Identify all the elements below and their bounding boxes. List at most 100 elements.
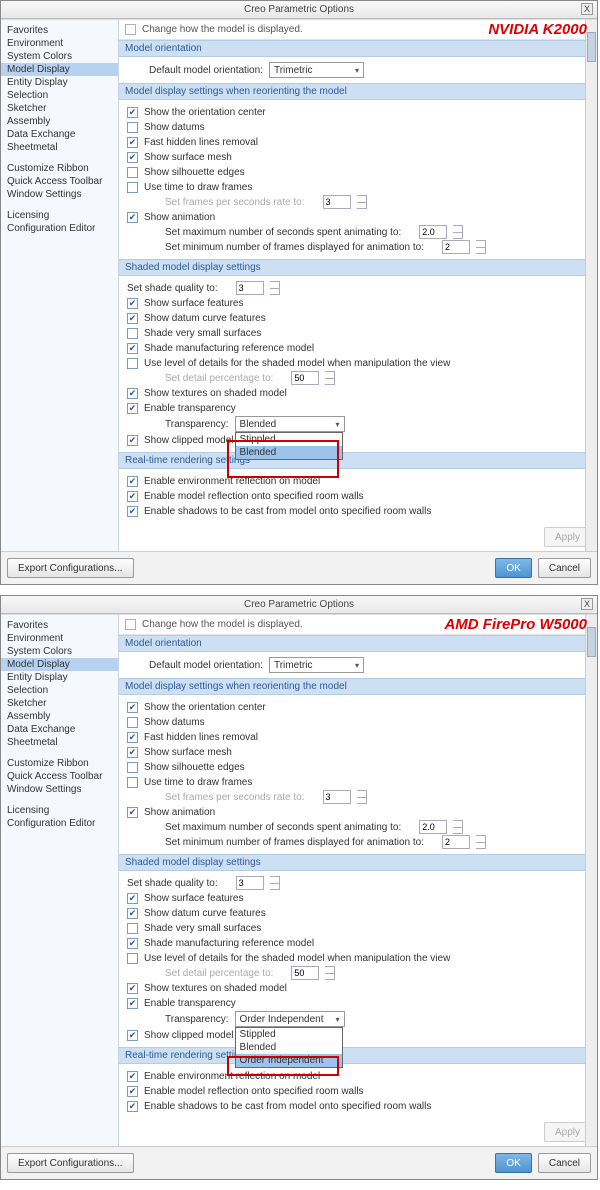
dropdown-item[interactable]: Order Independent <box>236 1054 342 1067</box>
checkbox[interactable] <box>127 923 138 934</box>
checkbox[interactable] <box>127 702 138 713</box>
scrollbar[interactable] <box>585 20 597 551</box>
checkbox[interactable] <box>127 435 138 446</box>
sidebar-item[interactable]: Quick Access Toolbar <box>1 175 118 188</box>
transparency-dropdown[interactable]: StippledBlended <box>235 432 343 460</box>
number-input[interactable] <box>442 240 470 254</box>
spinner[interactable] <box>453 225 463 239</box>
ok-button[interactable]: OK <box>495 558 531 578</box>
checkbox[interactable] <box>127 343 138 354</box>
scrollbar-thumb[interactable] <box>587 32 596 62</box>
sidebar-item[interactable]: Sheetmetal <box>1 736 118 749</box>
sidebar-item[interactable]: Assembly <box>1 115 118 128</box>
change-display-checkbox[interactable] <box>125 24 136 35</box>
transparency-select[interactable]: Order Independent▾StippledBlendedOrder I… <box>235 1011 345 1027</box>
checkbox[interactable] <box>127 212 138 223</box>
sidebar-item[interactable]: Model Display <box>1 658 118 671</box>
sidebar-item[interactable]: Data Exchange <box>1 723 118 736</box>
checkbox[interactable] <box>127 313 138 324</box>
export-config-button[interactable]: Export Configurations... <box>7 1153 134 1173</box>
checkbox[interactable] <box>127 1071 138 1082</box>
sidebar-item[interactable]: Selection <box>1 89 118 102</box>
sidebar-item[interactable]: Selection <box>1 684 118 697</box>
checkbox[interactable] <box>127 182 138 193</box>
cancel-button[interactable]: Cancel <box>538 1153 591 1173</box>
number-input[interactable] <box>419 820 447 834</box>
number-input[interactable] <box>442 835 470 849</box>
sidebar-item[interactable]: Favorites <box>1 619 118 632</box>
orientation-select[interactable]: Trimetric▾ <box>269 657 364 673</box>
checkbox[interactable] <box>127 983 138 994</box>
apply-button[interactable]: Apply <box>544 1122 591 1142</box>
sidebar-item[interactable]: System Colors <box>1 645 118 658</box>
sidebar-item[interactable]: Customize Ribbon <box>1 757 118 770</box>
sidebar-item[interactable]: Configuration Editor <box>1 817 118 830</box>
sidebar-item[interactable]: Sketcher <box>1 697 118 710</box>
number-input[interactable] <box>419 225 447 239</box>
scrollbar[interactable] <box>585 615 597 1146</box>
checkbox[interactable] <box>127 953 138 964</box>
cancel-button[interactable]: Cancel <box>538 558 591 578</box>
checkbox[interactable] <box>127 107 138 118</box>
sidebar-item[interactable]: System Colors <box>1 50 118 63</box>
checkbox[interactable] <box>127 938 138 949</box>
checkbox[interactable] <box>127 298 138 309</box>
dropdown-item[interactable]: Blended <box>236 1041 342 1054</box>
transparency-select[interactable]: Blended▾StippledBlended <box>235 416 345 432</box>
scrollbar-thumb[interactable] <box>587 627 596 657</box>
dropdown-item[interactable]: Blended <box>236 446 342 459</box>
checkbox[interactable] <box>127 732 138 743</box>
sidebar-item[interactable]: Sketcher <box>1 102 118 115</box>
checkbox[interactable] <box>127 747 138 758</box>
sidebar-item[interactable]: Sheetmetal <box>1 141 118 154</box>
checkbox[interactable] <box>127 1086 138 1097</box>
sidebar-item[interactable]: Environment <box>1 632 118 645</box>
checkbox[interactable] <box>127 717 138 728</box>
orientation-select[interactable]: Trimetric▾ <box>269 62 364 78</box>
sidebar-item[interactable]: Assembly <box>1 710 118 723</box>
checkbox[interactable] <box>127 358 138 369</box>
checkbox[interactable] <box>127 122 138 133</box>
close-icon[interactable]: X <box>581 598 593 610</box>
checkbox[interactable] <box>127 152 138 163</box>
checkbox[interactable] <box>127 328 138 339</box>
sidebar-item[interactable]: Customize Ribbon <box>1 162 118 175</box>
checkbox[interactable] <box>127 893 138 904</box>
sidebar-item[interactable]: Configuration Editor <box>1 222 118 235</box>
sidebar-item[interactable]: Model Display <box>1 63 118 76</box>
checkbox[interactable] <box>127 167 138 178</box>
spinner[interactable] <box>270 876 280 890</box>
change-display-checkbox[interactable] <box>125 619 136 630</box>
spinner[interactable] <box>270 281 280 295</box>
export-config-button[interactable]: Export Configurations... <box>7 558 134 578</box>
sidebar-item[interactable]: Environment <box>1 37 118 50</box>
spinner[interactable] <box>476 240 486 254</box>
checkbox[interactable] <box>127 1101 138 1112</box>
checkbox[interactable] <box>127 908 138 919</box>
checkbox[interactable] <box>127 137 138 148</box>
number-input[interactable] <box>236 876 264 890</box>
checkbox[interactable] <box>127 403 138 414</box>
checkbox[interactable] <box>127 506 138 517</box>
checkbox[interactable] <box>127 491 138 502</box>
sidebar-item[interactable]: Window Settings <box>1 188 118 201</box>
sidebar-item[interactable]: Favorites <box>1 24 118 37</box>
ok-button[interactable]: OK <box>495 1153 531 1173</box>
checkbox[interactable] <box>127 476 138 487</box>
sidebar-item[interactable]: Entity Display <box>1 76 118 89</box>
sidebar-item[interactable]: Licensing <box>1 804 118 817</box>
checkbox[interactable] <box>127 762 138 773</box>
sidebar-item[interactable]: Data Exchange <box>1 128 118 141</box>
close-icon[interactable]: X <box>581 3 593 15</box>
checkbox[interactable] <box>127 388 138 399</box>
sidebar-item[interactable]: Licensing <box>1 209 118 222</box>
checkbox[interactable] <box>127 1030 138 1041</box>
sidebar-item[interactable]: Entity Display <box>1 671 118 684</box>
transparency-dropdown[interactable]: StippledBlendedOrder Independent <box>235 1027 343 1068</box>
sidebar-item[interactable]: Window Settings <box>1 783 118 796</box>
checkbox[interactable] <box>127 998 138 1009</box>
spinner[interactable] <box>476 835 486 849</box>
dropdown-item[interactable]: Stippled <box>236 1028 342 1041</box>
dropdown-item[interactable]: Stippled <box>236 433 342 446</box>
spinner[interactable] <box>453 820 463 834</box>
